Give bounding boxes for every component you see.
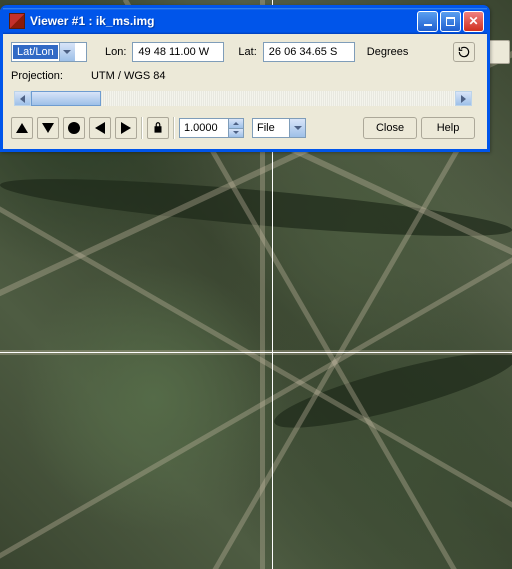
close-window-button[interactable]: ✕ [463,11,484,32]
scroll-right-button[interactable] [455,91,472,106]
projection-value: UTM / WGS 84 [91,70,166,82]
spin-up-button[interactable] [228,119,243,128]
chevron-down-icon[interactable] [289,119,305,137]
coord-type-selected: Lat/Lon [13,45,58,59]
crosshair-horizontal [0,352,512,353]
lat-label: Lat: [238,46,256,58]
close-button[interactable]: Close [363,117,417,139]
coord-type-combo[interactable]: Lat/Lon [11,42,87,62]
horizontal-scrollbar[interactable] [13,90,473,107]
lock-icon [151,121,165,135]
refresh-icon [457,45,471,59]
pan-left-button[interactable] [89,117,111,139]
file-combo-label: File [253,122,289,134]
units-label: Degrees [367,46,409,58]
help-button[interactable]: Help [421,117,475,139]
minimize-button[interactable] [417,11,438,32]
file-combo[interactable]: File [252,118,306,138]
triangle-up-icon [16,123,28,133]
spin-down-button[interactable] [228,128,243,138]
pan-up-button[interactable] [11,117,33,139]
separator [173,117,175,139]
chevron-down-icon[interactable] [59,43,75,61]
circle-icon [68,122,80,134]
pan-down-button[interactable] [37,117,59,139]
lon-input[interactable] [132,42,224,62]
window-title: Viewer #1 : ik_ms.img [30,14,417,28]
maximize-button[interactable] [440,11,461,32]
scroll-thumb[interactable] [31,91,101,106]
projection-label: Projection: [11,70,63,82]
lock-button[interactable] [147,117,169,139]
lon-label: Lon: [105,46,126,58]
pan-right-button[interactable] [115,117,137,139]
triangle-down-icon [42,123,54,133]
center-button[interactable] [63,117,85,139]
app-icon [9,13,25,29]
step-spinner[interactable] [179,118,244,138]
viewer-dialog: Viewer #1 : ik_ms.img ✕ Lat/Lon Lon: Lat… [0,5,490,152]
separator [141,117,143,139]
triangle-right-icon [121,122,131,134]
titlebar[interactable]: Viewer #1 : ik_ms.img ✕ [3,8,487,34]
scroll-left-button[interactable] [14,91,31,106]
scroll-track[interactable] [31,91,455,106]
lat-input[interactable] [263,42,355,62]
triangle-left-icon [95,122,105,134]
refresh-button[interactable] [453,42,475,62]
step-input[interactable] [180,119,228,137]
